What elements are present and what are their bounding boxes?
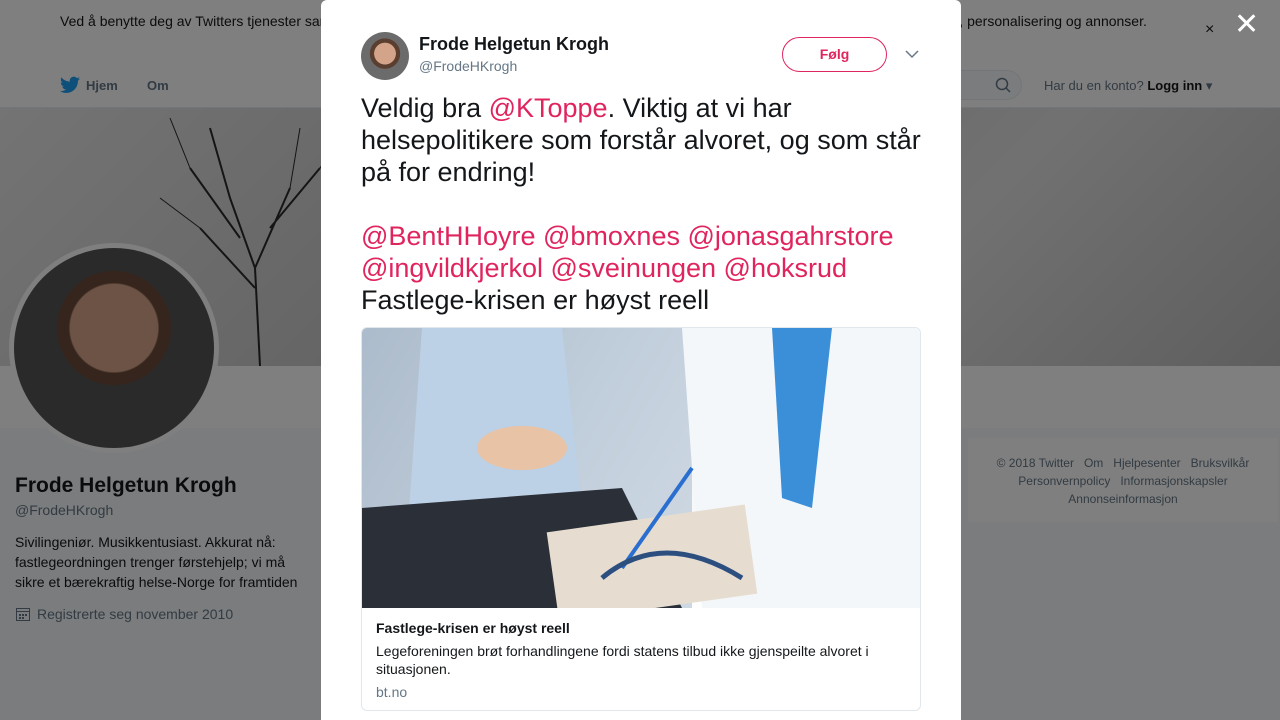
tweet-author-avatar[interactable] bbox=[361, 32, 409, 80]
tweet-text-part: Fastlege-krisen er høyst reell bbox=[361, 285, 710, 315]
card-title: Fastlege-krisen er høyst reell bbox=[376, 620, 570, 636]
tweet-text: Veldig bra @KToppe. Viktig at vi har hel… bbox=[361, 92, 931, 316]
mention-link[interactable]: @sveinungen bbox=[551, 253, 717, 283]
mention-link[interactable]: @ingvildkjerkol bbox=[361, 253, 543, 283]
tweet-author-name[interactable]: Frode Helgetun Krogh bbox=[419, 34, 609, 55]
card-url: bt.no bbox=[376, 684, 408, 700]
tweet-modal: Frode Helgetun Krogh @FrodeHKrogh Følg V… bbox=[321, 0, 961, 720]
card-description: Legeforeningen brøt forhandlingene fordi… bbox=[376, 643, 869, 677]
mention-link[interactable]: @hoksrud bbox=[724, 253, 847, 283]
mention-link[interactable]: @bmoxnes bbox=[543, 221, 680, 251]
link-card[interactable]: Fastlege-krisen er høyst reell Legeforen… bbox=[361, 327, 921, 711]
follow-button[interactable]: Følg bbox=[782, 37, 887, 72]
modal-close-button[interactable]: ✕ bbox=[1234, 10, 1259, 40]
mention-link[interactable]: @BentHHoyre bbox=[361, 221, 535, 251]
tweet-text-part: Veldig bra bbox=[361, 93, 489, 123]
chevron-down-icon[interactable] bbox=[905, 46, 919, 64]
card-image bbox=[362, 328, 920, 608]
doctor-photo bbox=[362, 328, 920, 608]
mention-link[interactable]: @KToppe bbox=[489, 93, 608, 123]
tweet-author-handle[interactable]: @FrodeHKrogh bbox=[419, 58, 517, 74]
mention-link[interactable]: @jonasgahrstore bbox=[687, 221, 893, 251]
